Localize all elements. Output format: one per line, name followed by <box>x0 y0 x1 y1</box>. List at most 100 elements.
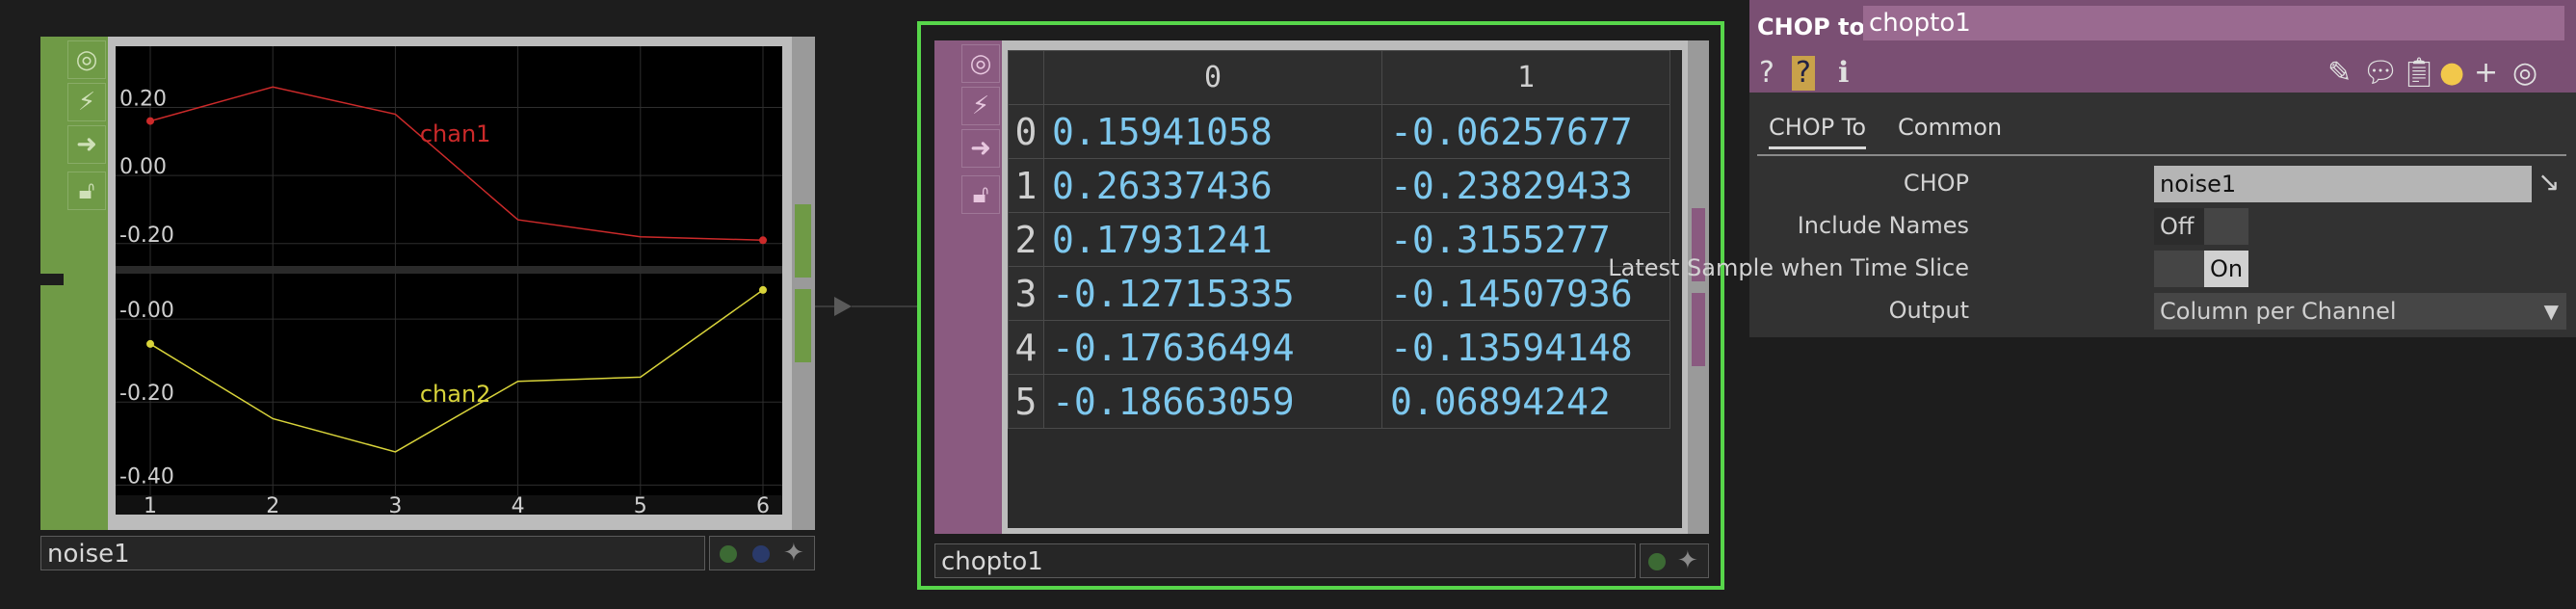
row-index: 0 <box>1008 104 1044 159</box>
target-icon[interactable]: ◎ <box>2512 56 2537 91</box>
param-include-names: Include Names Off <box>1749 208 2576 247</box>
table-cell: 0.26337436 <box>1043 158 1382 213</box>
python-icon[interactable]: ● <box>2439 56 2464 91</box>
table-cell: 0.15941058 <box>1043 104 1382 159</box>
chopto1-node[interactable]: ◎ ⚡ ➜ 🔓︎ 0 1 0 0.15941058 -0.06257677 1 … <box>917 21 1724 590</box>
param-label: CHOP <box>1903 170 1969 197</box>
node-side-strip <box>40 37 64 530</box>
table-viewer[interactable]: 0 1 0 0.15941058 -0.06257677 1 0.2633743… <box>1008 50 1682 528</box>
data-point <box>759 285 767 294</box>
parameter-panel: CHOP to chopto1 ? ? ℹ ✎ 💬︎ 📋︎ ● + ◎ CHOP… <box>1608 0 2576 337</box>
x-tick-label: 4 <box>512 494 525 515</box>
viewer-active-icon[interactable]: ◎ <box>961 44 1000 83</box>
row-index: 3 <box>1008 266 1044 321</box>
chevron-down-icon: ▼ <box>2543 300 2559 323</box>
table-row: 3 -0.12715335 -0.14507936 <box>1008 266 1670 321</box>
lock-icon[interactable]: 🔓︎ <box>961 175 1000 214</box>
table-header-row: 0 1 <box>1008 50 1670 105</box>
x-tick-label: 5 <box>634 494 647 515</box>
column-header: 1 <box>1381 50 1670 105</box>
corner-cell <box>1008 50 1044 105</box>
x-tick-label: 6 <box>756 494 770 515</box>
lock-icon[interactable]: 🔓︎ <box>67 172 106 210</box>
parameter-tabs: CHOP To Common <box>1757 106 2566 156</box>
noise-viewer-frame: 0.20 0.00 -0.20 chan1 -0.00 -0.20 -0.40 chan2 1 2… <box>108 37 815 530</box>
table-cell: -0.13594148 <box>1381 320 1670 375</box>
parameter-header: CHOP to chopto1 ? ? ℹ ✎ 💬︎ 📋︎ ● + ◎ <box>1749 0 2576 93</box>
y-tick-label: 0.00 <box>119 155 167 179</box>
render-flag-icon[interactable] <box>752 545 770 563</box>
dropdown-value: Column per Channel <box>2160 298 2397 325</box>
display-arrow-icon[interactable]: ➜ <box>67 125 106 164</box>
table-cell: 0.17931241 <box>1043 212 1382 267</box>
display-flag-icon[interactable] <box>1648 553 1666 570</box>
table-row: 1 0.26337436 -0.23829433 <box>1008 158 1670 213</box>
noise-chart-svg: 0.20 0.00 -0.20 chan1 -0.00 -0.20 -0.40 chan2 1 2… <box>116 46 782 515</box>
latest-sample-toggle[interactable]: On <box>2154 251 2248 287</box>
noise1-node[interactable]: ◎ ⚡ ➜ 🔓︎ 0.20 0.00 -0.20 chan1 -0.00 -0.20 -0.… <box>40 37 815 574</box>
include-names-toggle[interactable]: Off <box>2154 208 2248 245</box>
series-label: chan1 <box>420 120 491 147</box>
x-tick-label: 3 <box>388 494 402 515</box>
data-point <box>146 339 154 348</box>
table-row: 4 -0.17636494 -0.13594148 <box>1008 320 1670 375</box>
table-cell: -0.23829433 <box>1381 158 1670 213</box>
table-row: 2 0.17931241 -0.3155277 <box>1008 212 1670 267</box>
node-name-field[interactable]: noise1 <box>40 536 705 570</box>
series-label: chan2 <box>420 381 491 408</box>
node-right-strip <box>792 37 815 530</box>
param-label: Latest Sample when Time Slice <box>1608 254 1969 281</box>
comment-icon[interactable]: 💬︎ <box>2362 56 2399 91</box>
param-chop: CHOP noise1 ↘ <box>1749 166 2576 204</box>
row-index: 2 <box>1008 212 1044 267</box>
table-cell: 0.06894242 <box>1381 374 1670 429</box>
param-output: Output Column per Channel ▼ <box>1749 293 2576 331</box>
table-row: 0 0.15941058 -0.06257677 <box>1008 104 1670 159</box>
tab-chop-to[interactable]: CHOP To <box>1769 114 1867 149</box>
edit-icon[interactable]: ✎ <box>2327 56 2352 91</box>
row-index: 5 <box>1008 374 1044 429</box>
clipboard-icon[interactable]: 📋︎ <box>2401 56 2437 91</box>
y-tick-label: -0.00 <box>119 299 174 323</box>
info-icon[interactable]: ℹ <box>1838 56 1849 91</box>
param-label: Output <box>1888 297 1969 324</box>
table-row: 5 -0.18663059 0.06894242 <box>1008 374 1670 429</box>
table-scrollbar[interactable] <box>1688 40 1709 534</box>
viewer-active-icon[interactable]: ◎ <box>67 40 106 79</box>
bypass-icon[interactable]: ⚡ <box>67 83 106 121</box>
bypass-icon[interactable]: ⚡ <box>961 87 1000 125</box>
table-cell: -0.06257677 <box>1381 104 1670 159</box>
operator-name-field[interactable]: chopto1 <box>1863 6 2564 40</box>
column-header: 0 <box>1043 50 1382 105</box>
python-help-icon[interactable]: ? <box>1792 56 1815 91</box>
node-flag-buttons: ✦ <box>1640 543 1709 578</box>
pin-icon[interactable]: ✦ <box>783 539 804 568</box>
chop-path-field[interactable]: noise1 <box>2154 166 2532 202</box>
display-flag-icon[interactable] <box>720 545 737 563</box>
table-cell: -0.17636494 <box>1043 320 1382 375</box>
node-flag-buttons: ✦ <box>709 536 815 570</box>
operator-type-label: CHOP to <box>1757 13 1866 40</box>
add-icon[interactable]: + <box>2474 56 2498 91</box>
pin-icon[interactable]: ✦ <box>1677 546 1698 575</box>
param-latest-sample: Latest Sample when Time Slice On <box>1608 251 2576 289</box>
help-icon[interactable]: ? <box>1759 56 1774 91</box>
param-label: Include Names <box>1797 212 1969 239</box>
node-name-field[interactable]: chopto1 <box>934 543 1636 578</box>
drag-arrow-icon[interactable]: ↘ <box>2537 166 2560 198</box>
data-point <box>146 117 154 125</box>
series-line-chan2 <box>149 289 764 453</box>
tab-common[interactable]: Common <box>1898 114 2002 141</box>
toggle-value: On <box>2204 251 2248 287</box>
data-point <box>759 236 767 245</box>
row-index: 1 <box>1008 158 1044 213</box>
node-icon-column: ◎ ⚡ ➜ 🔓︎ <box>958 40 1004 534</box>
display-arrow-icon[interactable]: ➜ <box>961 129 1000 168</box>
series-line-chan1 <box>149 86 764 242</box>
x-tick-label: 1 <box>144 494 157 515</box>
node-side-strip <box>934 40 958 534</box>
x-axis-band <box>116 495 782 515</box>
connection-wire <box>815 297 921 316</box>
noise-chart[interactable]: 0.20 0.00 -0.20 chan1 -0.00 -0.20 -0.40 chan2 1 2… <box>116 46 782 515</box>
output-dropdown[interactable]: Column per Channel ▼ <box>2154 293 2566 330</box>
